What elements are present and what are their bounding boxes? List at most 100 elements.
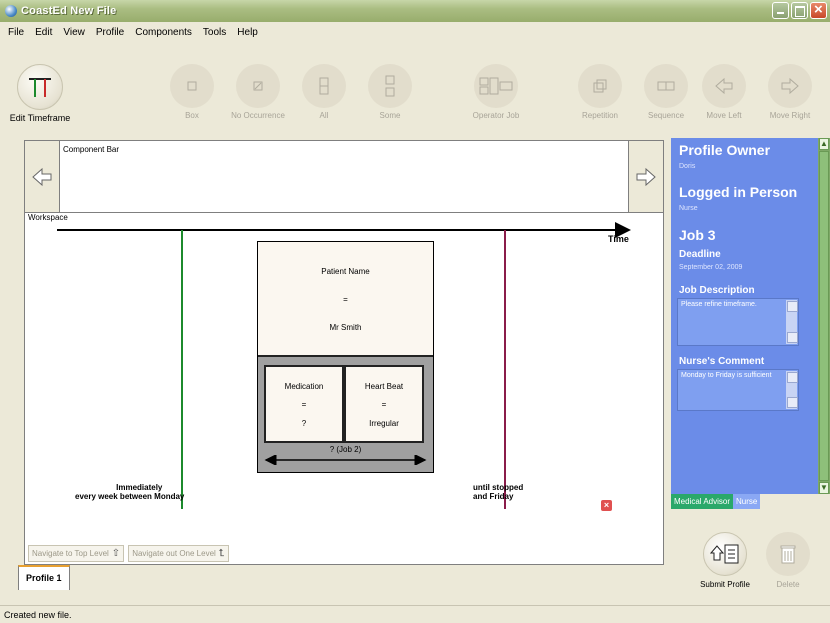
trash-icon <box>766 532 810 576</box>
menu-file[interactable]: File <box>8 27 24 38</box>
scrollbar[interactable] <box>786 371 798 409</box>
window-controls <box>772 1 827 19</box>
title-bar: CoastEd New File <box>0 0 830 22</box>
up-arrow-icon: ⇧ <box>111 547 121 559</box>
all-label: All <box>319 111 329 120</box>
sub-job-label: ? (Job 2) <box>329 445 362 454</box>
job-description-field[interactable]: Please refine timeframe. <box>677 298 799 346</box>
component-scroll-right-button[interactable] <box>628 141 663 212</box>
logged-in-heading: Logged in Person <box>679 184 798 200</box>
no-occurrence-label: No Occurrence <box>231 111 285 120</box>
status-bar: Created new file. <box>0 605 830 623</box>
job-attribute-heart-beat[interactable]: Heart Beat = Irregular <box>344 365 424 443</box>
operator-job-icon <box>474 64 518 108</box>
tab-nurse[interactable]: Nurse <box>733 494 761 509</box>
workspace[interactable]: Workspace Time Patient Name = Mr Smith M… <box>25 213 663 541</box>
component-bar: Component Bar <box>25 141 663 213</box>
role-tabs: Medical Advisor Nurse <box>671 494 761 509</box>
left-arrow-icon <box>32 167 52 186</box>
sub-job-container: Medication = ? Heart Beat = Irregular ? … <box>258 357 433 472</box>
toolbar: Edit Timeframe Box No Occurrence All Som… <box>0 42 830 132</box>
some-label: Some <box>379 111 401 120</box>
menu-components[interactable]: Components <box>135 27 192 38</box>
time-axis-label: Time <box>608 234 629 244</box>
right-arrow-icon <box>636 167 656 186</box>
submit-profile-button[interactable]: Submit Profile <box>695 532 755 589</box>
navigate-out-one-level-button[interactable]: Navigate out One Level ⮤ <box>128 544 229 562</box>
attribute-value: Mr Smith <box>329 322 362 332</box>
job-info-panel: Profile Owner Doris Logged in Person Nur… <box>671 138 818 494</box>
scroll-thumb[interactable] <box>819 151 829 481</box>
deadline-value: September 02, 2009 <box>679 264 743 271</box>
some-button[interactable]: Some <box>350 64 430 120</box>
attribute-name: Patient Name <box>321 267 370 277</box>
component-bar-caption: Component Bar <box>63 145 120 154</box>
no-occurrence-icon <box>236 64 280 108</box>
status-text: Created new file. <box>4 609 72 620</box>
sub-job-span-arrow <box>264 455 427 465</box>
right-arrow-icon <box>768 64 812 108</box>
delete-label: Delete <box>776 580 800 589</box>
edit-timeframe-label: Edit Timeframe <box>9 113 71 123</box>
move-right-button[interactable]: Move Right <box>750 64 830 120</box>
menu-help[interactable]: Help <box>237 27 258 38</box>
job-title: Job 3 <box>679 227 716 243</box>
scroll-up-icon[interactable]: ▲ <box>819 138 829 150</box>
menu-view[interactable]: View <box>63 27 85 38</box>
end-annotation-line1: until stopped <box>473 483 524 492</box>
component-scroll-left-button[interactable] <box>25 141 60 212</box>
attribute-name: Heart Beat <box>364 381 404 391</box>
panel-scrollbar[interactable]: ▲ ▼ <box>818 138 830 494</box>
end-annotation-line2: and Friday <box>473 492 514 501</box>
nurse-comment-text: Monday to Friday is sufficient <box>681 372 772 379</box>
operator-job-label: Operator Job <box>472 111 520 120</box>
job-attribute-medication[interactable]: Medication = ? <box>264 365 344 443</box>
some-icon <box>368 64 412 108</box>
deadline-heading: Deadline <box>679 249 721 260</box>
navigate-out-one-level-label: Navigate out One Level <box>132 548 216 558</box>
remove-icon[interactable]: × <box>601 500 612 511</box>
menu-bar: File Edit View Profile Components Tools … <box>0 22 830 42</box>
navigate-top-level-button[interactable]: Navigate to Top Level ⇧ <box>28 544 125 562</box>
attribute-value: ? <box>301 419 307 429</box>
tab-profile-1[interactable]: Profile 1 <box>18 565 70 590</box>
scrollbar[interactable] <box>786 300 798 344</box>
attribute-value: Irregular <box>369 419 399 429</box>
timeframe-icon <box>17 64 63 110</box>
profile-owner-heading: Profile Owner <box>679 142 771 158</box>
navigation-bar: Navigate to Top Level ⇧ Navigate out One… <box>25 542 663 564</box>
start-annotation: Immediately every week between Monday <box>75 483 184 501</box>
operator-job-button[interactable]: Operator Job <box>456 64 536 120</box>
job-description-heading: Job Description <box>679 285 755 296</box>
profile-owner-value: Doris <box>679 163 696 170</box>
job-attribute-patient[interactable]: Patient Name = Mr Smith <box>258 242 433 357</box>
window-title: CoastEd New File <box>21 5 117 17</box>
nurse-comment-field[interactable]: Monday to Friday is sufficient <box>677 369 799 411</box>
attribute-operator: = <box>381 400 387 410</box>
profile-frame: Component Bar Workspace Time Patient Nam… <box>24 140 664 565</box>
minimize-button[interactable] <box>772 2 789 19</box>
menu-edit[interactable]: Edit <box>35 27 52 38</box>
start-annotation-line1: Immediately <box>116 483 163 492</box>
sequence-icon <box>644 64 688 108</box>
repetition-icon <box>578 64 622 108</box>
move-left-label: Move Left <box>706 111 742 120</box>
sequence-label: Sequence <box>647 111 685 120</box>
repetition-label: Repetition <box>581 111 619 120</box>
attribute-operator: = <box>343 294 348 304</box>
close-button[interactable] <box>810 1 827 19</box>
menu-profile[interactable]: Profile <box>96 27 124 38</box>
job-box[interactable]: Patient Name = Mr Smith Medication = ? H… <box>257 241 434 473</box>
maximize-button[interactable] <box>791 2 808 19</box>
menu-tools[interactable]: Tools <box>203 27 226 38</box>
submit-profile-label: Submit Profile <box>700 580 750 589</box>
edit-timeframe-button[interactable]: Edit Timeframe <box>0 64 80 123</box>
box-icon <box>170 64 214 108</box>
left-arrow-icon <box>702 64 746 108</box>
delete-button[interactable]: Delete <box>758 532 818 589</box>
tab-medical-advisor[interactable]: Medical Advisor <box>671 494 734 509</box>
move-right-label: Move Right <box>769 111 811 120</box>
scroll-down-icon[interactable]: ▼ <box>819 482 829 494</box>
app-icon <box>5 5 17 17</box>
logged-in-value: Nurse <box>679 205 698 212</box>
